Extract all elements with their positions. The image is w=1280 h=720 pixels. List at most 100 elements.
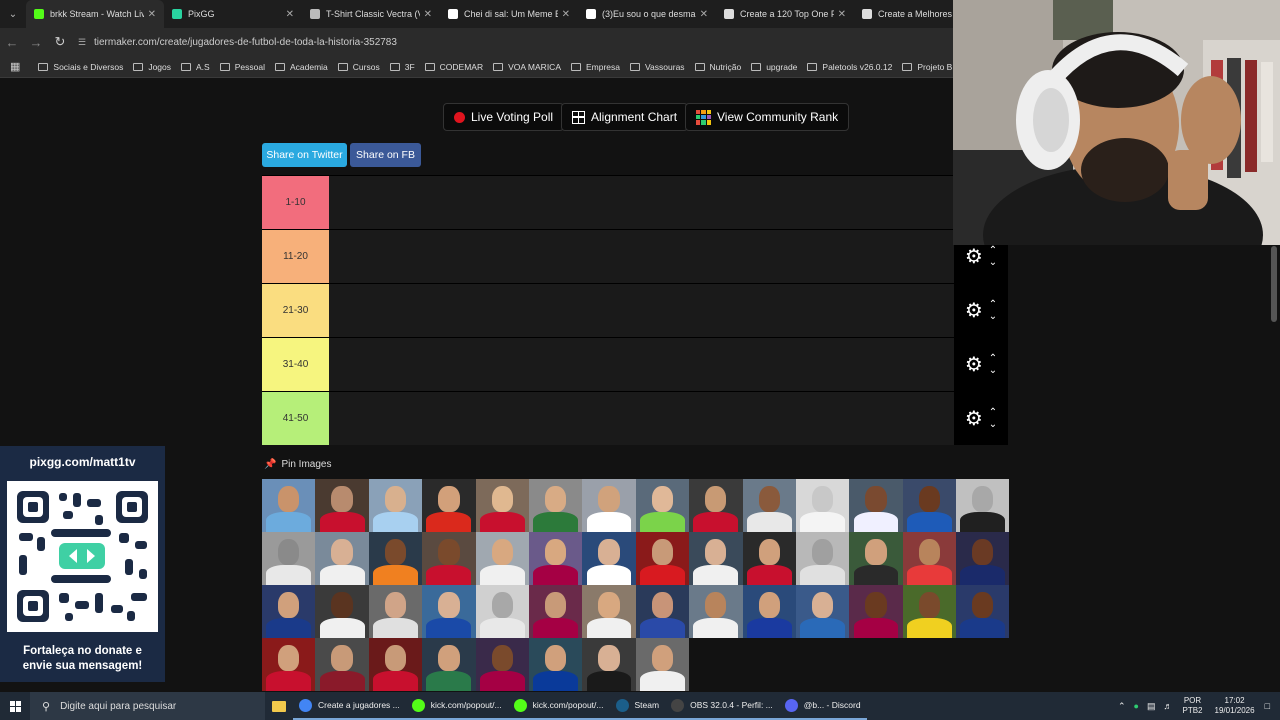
player-image[interactable] [368,532,423,585]
tier-drop-zone[interactable] [329,284,954,337]
player-image[interactable] [956,532,1010,585]
tray-green-app-icon[interactable]: ● [1134,701,1139,711]
taskbar-search-box[interactable]: ⚲ Digite aqui para pesquisar [30,692,265,720]
player-image[interactable] [689,532,743,585]
close-tab-icon[interactable]: ✕ [424,9,432,20]
player-image[interactable] [422,638,476,691]
player-image[interactable] [475,585,529,638]
player-image[interactable] [262,479,316,532]
gear-icon[interactable]: ⚙ [965,406,983,431]
tab-search-chevron-icon[interactable]: ⌄ [0,0,26,28]
player-image[interactable] [635,585,690,638]
move-up-icon[interactable]: ⌃ [989,353,997,365]
tier-label[interactable]: 41-50 [262,392,329,445]
taskbar-app[interactable]: @b... - Discord [778,692,867,720]
player-image[interactable] [849,532,903,585]
reload-icon[interactable]: ↻ [48,34,72,50]
bookmark-folder[interactable]: A.S [181,62,210,72]
player-image[interactable] [475,638,529,691]
player-image[interactable] [528,585,583,638]
player-image[interactable] [902,479,957,532]
player-image[interactable] [262,585,316,638]
bookmark-folder[interactable]: Empresa [571,62,620,72]
player-image[interactable] [368,585,423,638]
tier-label[interactable]: 1-10 [262,176,329,229]
player-image[interactable] [902,585,957,638]
live-voting-poll-button[interactable]: Live Voting Poll [443,103,565,131]
gear-icon[interactable]: ⚙ [965,352,983,377]
player-image[interactable] [742,532,796,585]
windows-start-button[interactable] [0,692,30,720]
player-image[interactable] [315,479,369,532]
tray-network-icon[interactable]: ▤ [1147,701,1156,712]
bookmark-folder[interactable]: Paletools v26.0.12 [807,62,892,72]
player-image[interactable] [422,479,476,532]
player-image[interactable] [475,532,529,585]
player-image[interactable] [315,585,369,638]
player-image[interactable] [528,479,583,532]
player-image[interactable] [582,585,636,638]
bookmark-folder[interactable]: upgrade [751,62,797,72]
move-up-icon[interactable]: ⌃ [989,245,997,257]
player-image[interactable] [582,479,636,532]
pin-images-toggle[interactable]: 📌 Pin Images [264,459,331,470]
bookmark-folder[interactable]: VOA MARICA [493,62,561,72]
bookmark-folder[interactable]: Academia [274,62,328,72]
player-image[interactable] [422,532,476,585]
close-tab-icon[interactable]: ✕ [286,9,294,20]
tier-label[interactable]: 21-30 [262,284,329,337]
gear-icon[interactable]: ⚙ [965,244,983,269]
bookmark-folder[interactable]: CODEMAR [424,62,483,72]
forward-arrow-icon[interactable]: → [24,35,48,50]
player-image[interactable] [315,532,369,585]
player-image[interactable] [635,638,690,691]
browser-tab[interactable]: brkk Stream - Watch Live ✕ [26,0,164,28]
tier-label[interactable]: 31-40 [262,338,329,391]
browser-tab[interactable]: T-Shirt Classic Vectra (Vec ✕ [302,0,440,28]
tray-chevron-icon[interactable]: ⌃ [1118,701,1126,712]
player-image[interactable] [849,479,903,532]
player-image[interactable] [956,585,1010,638]
player-image[interactable] [582,638,636,691]
taskbar-app[interactable]: kick.com/popout/... [507,692,610,720]
player-image[interactable] [742,479,796,532]
close-tab-icon[interactable]: ✕ [838,9,846,20]
bookmark-folder[interactable]: Cursos [337,62,380,72]
player-image[interactable] [795,532,850,585]
browser-tab[interactable]: PixGG ✕ [164,0,302,28]
player-image[interactable] [475,479,529,532]
share-twitter-button[interactable]: Share on Twitter [262,143,347,167]
site-info-icon[interactable]: ☰ [78,37,88,47]
view-community-rank-button[interactable]: View Community Rank [685,103,850,131]
tier-drop-zone[interactable] [329,176,954,229]
alignment-chart-button[interactable]: Alignment Chart [561,103,689,131]
close-tab-icon[interactable]: ✕ [562,9,570,20]
clock[interactable]: 17:02 19/01/2026 [1215,696,1255,716]
bookmark-folder[interactable]: Pessoal [219,62,265,72]
taskbar-app[interactable]: Steam [609,692,666,720]
browser-tab[interactable]: Chei di sal: Um Meme Eng ✕ [440,0,578,28]
player-image[interactable] [635,479,690,532]
close-tab-icon[interactable]: ✕ [700,9,708,20]
player-image[interactable] [849,585,903,638]
tier-drop-zone[interactable] [329,392,954,445]
bookmark-folder[interactable]: Sociais e Diversos [38,62,123,72]
browser-tab[interactable]: Create a 120 Top One Pie ✕ [716,0,854,28]
tier-label[interactable]: 11-20 [262,230,329,283]
player-image[interactable] [262,532,316,585]
player-image[interactable] [528,532,583,585]
taskbar-app[interactable]: OBS 32.0.4 - Perfil: ... [665,692,779,720]
player-image[interactable] [582,532,636,585]
move-up-icon[interactable]: ⌃ [989,299,997,311]
browser-tab[interactable]: (3)Eu sou o que desmaia ✕ [578,0,716,28]
player-image[interactable] [795,479,850,532]
apps-grid-icon[interactable]: ▦ [10,60,28,73]
notification-icon[interactable]: □ [1265,701,1270,711]
tier-drop-zone[interactable] [329,230,954,283]
player-image[interactable] [422,585,476,638]
file-explorer-icon[interactable] [265,692,293,720]
taskbar-app[interactable]: Create a jugadores ... [293,692,406,720]
player-image[interactable] [742,585,796,638]
close-tab-icon[interactable]: ✕ [148,9,156,20]
page-scrollbar[interactable] [1271,246,1277,322]
